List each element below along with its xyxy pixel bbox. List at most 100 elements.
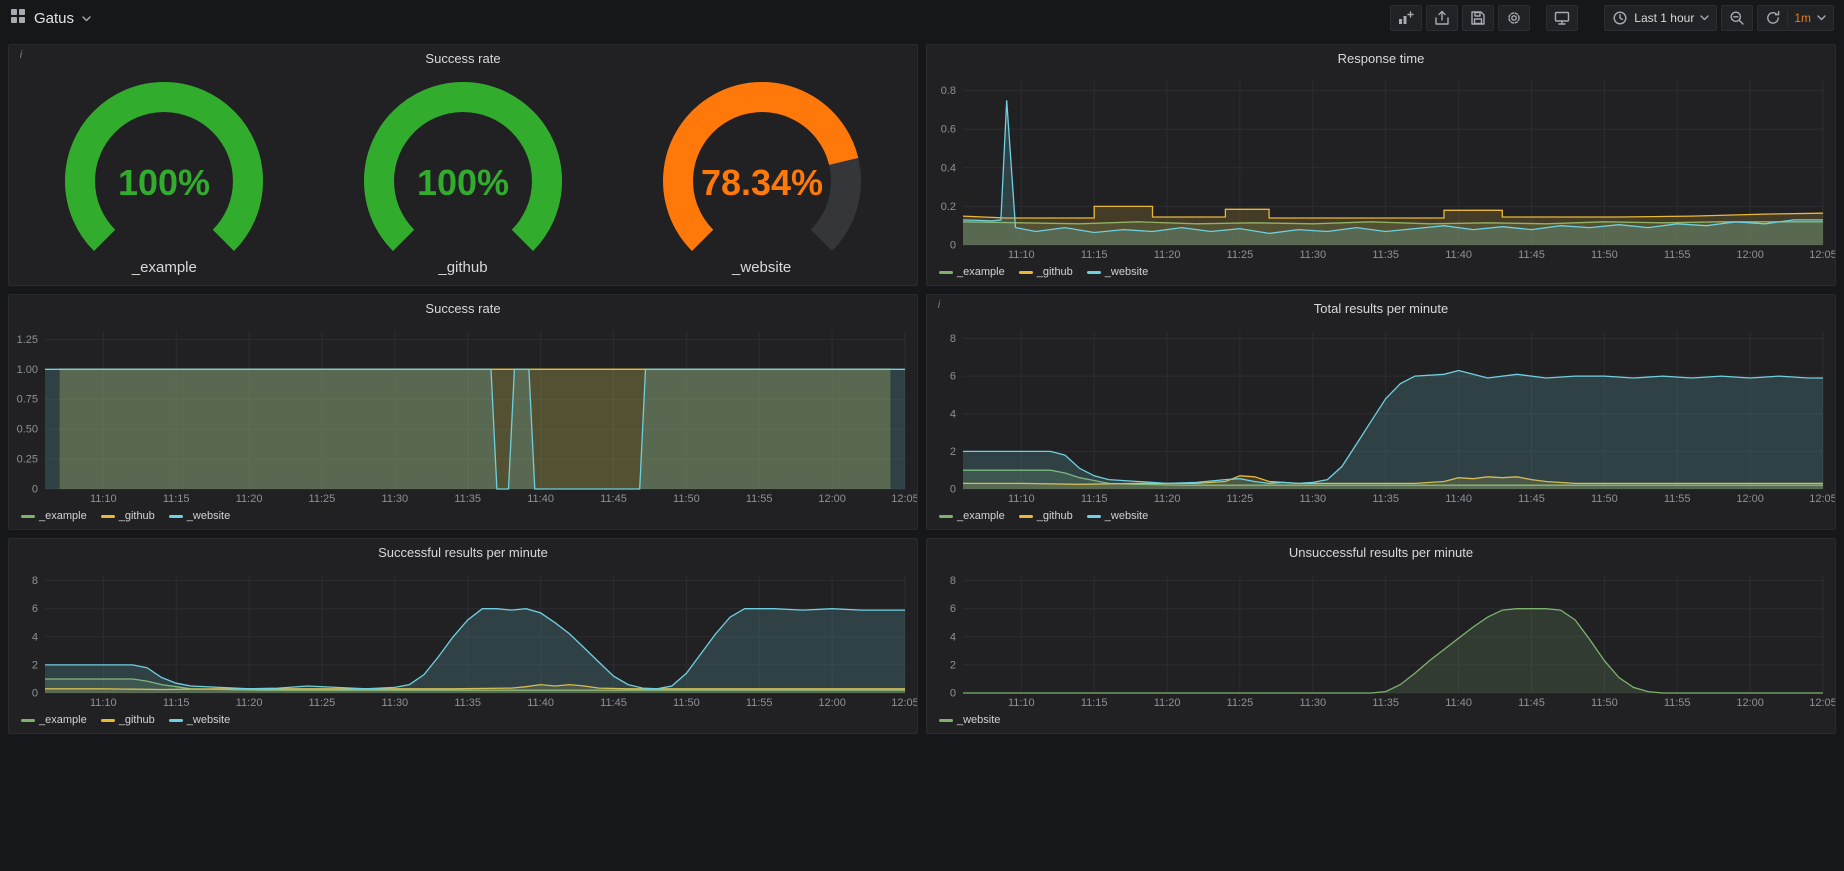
- legend-item-_github[interactable]: _github: [1019, 266, 1073, 278]
- svg-text:8: 8: [950, 333, 956, 345]
- add-panel-icon: [1398, 10, 1414, 26]
- svg-text:11:40: 11:40: [1445, 249, 1472, 261]
- panel-info-icon[interactable]: i: [933, 299, 945, 311]
- legend-item-_example[interactable]: _example: [939, 510, 1005, 522]
- svg-text:11:35: 11:35: [1372, 249, 1399, 261]
- svg-text:11:50: 11:50: [1591, 697, 1618, 709]
- legend-label: _example: [39, 510, 87, 522]
- svg-text:0.4: 0.4: [941, 162, 956, 174]
- clock-icon: [1612, 10, 1628, 26]
- svg-text:0.50: 0.50: [17, 424, 38, 436]
- time-range-label: Last 1 hour: [1634, 11, 1694, 25]
- legend-item-_example[interactable]: _example: [21, 510, 87, 522]
- legend-item-_github[interactable]: _github: [1019, 510, 1073, 522]
- svg-text:12:05: 12:05: [891, 493, 917, 505]
- panel-title[interactable]: Unsuccessful results per minute: [1289, 545, 1473, 560]
- legend-swatch-icon: [1019, 515, 1033, 518]
- legend-item-_website[interactable]: _website: [169, 714, 230, 726]
- svg-text:12:05: 12:05: [891, 697, 917, 709]
- svg-text:11:20: 11:20: [236, 697, 263, 709]
- svg-text:11:55: 11:55: [1664, 697, 1691, 709]
- share-dashboard-button[interactable]: [1426, 5, 1458, 31]
- legend-label: _website: [187, 510, 230, 522]
- svg-text:11:10: 11:10: [90, 493, 117, 505]
- successful-results-chart[interactable]: 11:1011:1511:2011:2511:3011:3511:4011:45…: [9, 565, 917, 711]
- panel-title[interactable]: Response time: [1338, 51, 1425, 66]
- total-results-chart[interactable]: 11:1011:1511:2011:2511:3011:3511:4011:45…: [927, 321, 1835, 507]
- legend-label: _example: [39, 714, 87, 726]
- legend-item-_example[interactable]: _example: [21, 714, 87, 726]
- legend-item-_website[interactable]: _website: [1087, 510, 1148, 522]
- panel-title[interactable]: Total results per minute: [1314, 301, 1448, 316]
- legend-item-_website[interactable]: _website: [939, 714, 1000, 726]
- legend-swatch-icon: [1087, 271, 1101, 274]
- gauge-label: _website: [732, 259, 791, 276]
- svg-text:2: 2: [950, 659, 956, 671]
- svg-text:100%: 100%: [118, 162, 210, 203]
- zoom-out-button[interactable]: [1721, 5, 1753, 31]
- svg-text:11:25: 11:25: [309, 697, 336, 709]
- legend-swatch-icon: [939, 271, 953, 274]
- legend-label: _website: [187, 714, 230, 726]
- legend-item-_github[interactable]: _github: [101, 510, 155, 522]
- dashboard-settings-button[interactable]: [1498, 5, 1530, 31]
- svg-text:11:20: 11:20: [1154, 697, 1181, 709]
- response-time-chart[interactable]: 11:1011:1511:2011:2511:3011:3511:4011:45…: [927, 71, 1835, 263]
- chart-legend: _example _github _website: [9, 711, 917, 733]
- legend-label: _website: [1105, 510, 1148, 522]
- legend-swatch-icon: [169, 515, 183, 518]
- legend-swatch-icon: [21, 719, 35, 722]
- time-range-picker-button[interactable]: Last 1 hour: [1604, 5, 1717, 31]
- cycle-view-mode-button[interactable]: [1546, 5, 1578, 31]
- svg-text:6: 6: [32, 603, 38, 615]
- svg-text:12:00: 12:00: [1736, 697, 1764, 709]
- grafana-grid-logo-icon[interactable]: [10, 8, 26, 29]
- svg-text:2: 2: [32, 659, 38, 671]
- svg-text:6: 6: [950, 371, 956, 383]
- legend-swatch-icon: [101, 515, 115, 518]
- svg-text:11:10: 11:10: [1008, 697, 1035, 709]
- panel-total-results-per-minute: i Total results per minute 11:1011:1511:…: [926, 294, 1836, 530]
- svg-text:11:10: 11:10: [90, 697, 117, 709]
- svg-text:12:05: 12:05: [1809, 493, 1835, 505]
- panel-success-rate-gauges: i Success rate 100%_example100%_github78…: [8, 44, 918, 286]
- panel-title[interactable]: Success rate: [425, 301, 500, 316]
- svg-text:11:15: 11:15: [1081, 493, 1108, 505]
- success-rate-chart[interactable]: 11:1011:1511:2011:2511:3011:3511:4011:45…: [9, 321, 917, 507]
- svg-text:12:05: 12:05: [1809, 697, 1835, 709]
- panel-title[interactable]: Successful results per minute: [378, 545, 548, 560]
- svg-text:11:45: 11:45: [600, 493, 627, 505]
- svg-text:8: 8: [32, 575, 38, 587]
- add-panel-button[interactable]: [1390, 5, 1422, 31]
- svg-text:11:30: 11:30: [1299, 249, 1326, 261]
- legend-item-_website[interactable]: _website: [1087, 266, 1148, 278]
- svg-text:11:50: 11:50: [673, 493, 700, 505]
- legend-item-_example[interactable]: _example: [939, 266, 1005, 278]
- legend-item-_website[interactable]: _website: [169, 510, 230, 522]
- svg-text:11:40: 11:40: [1445, 697, 1472, 709]
- dashboard-title[interactable]: Gatus: [34, 10, 74, 27]
- svg-text:11:15: 11:15: [1081, 249, 1108, 261]
- unsuccessful-results-chart[interactable]: 11:1011:1511:2011:2511:3011:3511:4011:45…: [927, 565, 1835, 711]
- svg-text:11:20: 11:20: [1154, 493, 1181, 505]
- legend-swatch-icon: [1019, 271, 1033, 274]
- dashboard-dropdown-caret-icon[interactable]: [82, 9, 91, 27]
- panel-info-icon[interactable]: i: [15, 49, 27, 61]
- gauge-label: _github: [438, 259, 487, 276]
- refresh-button[interactable]: 1m: [1757, 5, 1834, 31]
- svg-text:4: 4: [32, 631, 38, 643]
- dashboard-grid: i Success rate 100%_example100%_github78…: [0, 36, 1844, 742]
- legend-swatch-icon: [101, 719, 115, 722]
- legend-label: _example: [957, 266, 1005, 278]
- panel-title[interactable]: Success rate: [425, 51, 500, 66]
- legend-swatch-icon: [169, 719, 183, 722]
- save-dashboard-button[interactable]: [1462, 5, 1494, 31]
- svg-text:12:00: 12:00: [818, 493, 846, 505]
- legend-swatch-icon: [939, 515, 953, 518]
- svg-text:11:55: 11:55: [746, 697, 773, 709]
- legend-item-_github[interactable]: _github: [101, 714, 155, 726]
- svg-text:11:50: 11:50: [673, 697, 700, 709]
- refresh-interval-label[interactable]: 1m: [1794, 11, 1811, 25]
- svg-text:0.2: 0.2: [941, 201, 956, 213]
- svg-text:11:50: 11:50: [1591, 249, 1618, 261]
